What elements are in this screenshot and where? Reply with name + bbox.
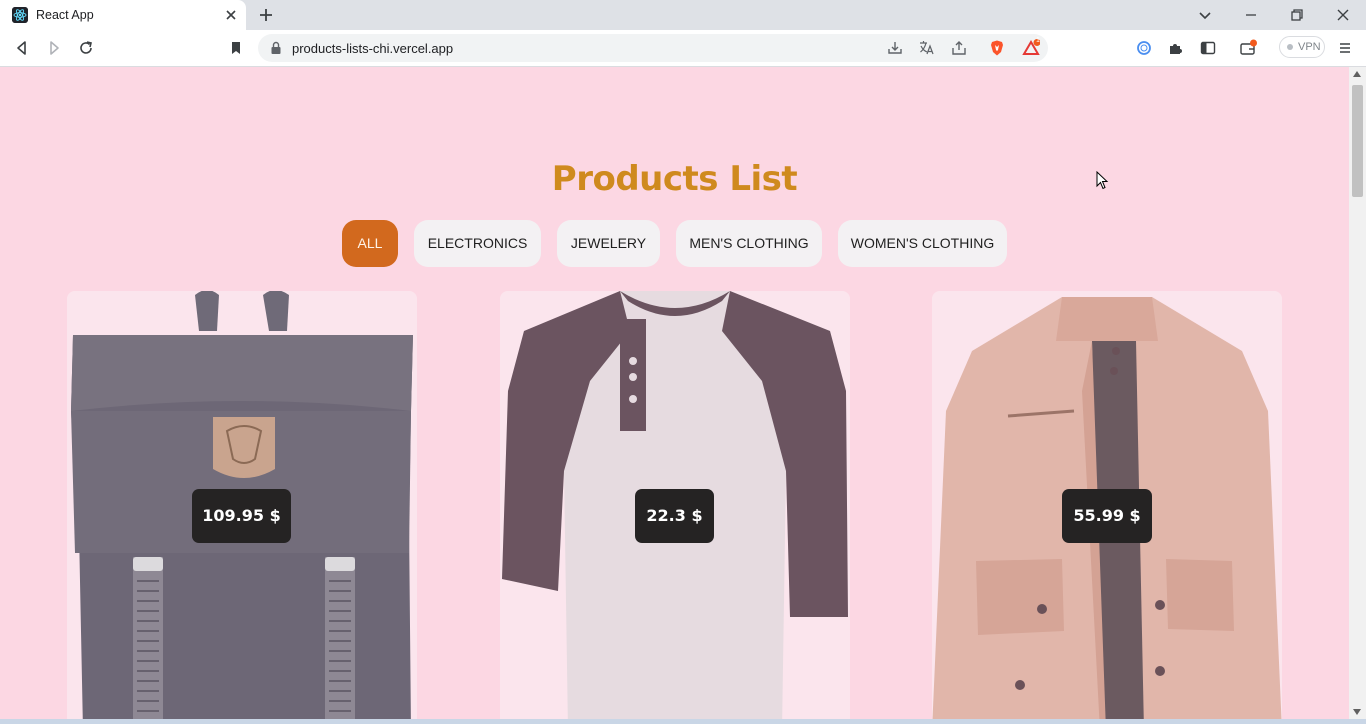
minimize-icon[interactable] bbox=[1243, 7, 1259, 23]
product-card[interactable]: 22.3 $ bbox=[500, 291, 850, 719]
install-app-icon[interactable] bbox=[886, 39, 904, 57]
scrollbar-thumb[interactable] bbox=[1352, 85, 1363, 197]
tab-strip: React App bbox=[0, 0, 1366, 30]
page-title: Products List bbox=[551, 159, 798, 199]
window-bottom-edge bbox=[0, 719, 1366, 724]
vpn-button[interactable]: VPN bbox=[1279, 36, 1325, 58]
back-icon[interactable] bbox=[13, 39, 31, 57]
reload-icon[interactable] bbox=[77, 39, 95, 57]
tab-search-icon[interactable] bbox=[1197, 7, 1213, 23]
react-favicon-icon bbox=[12, 7, 28, 23]
share-icon[interactable] bbox=[950, 39, 968, 57]
translate-icon[interactable] bbox=[918, 39, 936, 57]
page-scrollbar[interactable] bbox=[1349, 67, 1366, 719]
filter-womens-clothing-button[interactable]: WOMEN'S CLOTHING bbox=[838, 220, 1007, 267]
product-card[interactable]: 55.99 $ bbox=[932, 291, 1282, 719]
extensions-puzzle-icon[interactable] bbox=[1167, 39, 1185, 57]
close-tab-icon[interactable] bbox=[224, 8, 238, 22]
url-text[interactable]: products-lists-chi.vercel.app bbox=[292, 41, 453, 56]
mouse-pointer-icon bbox=[1096, 171, 1109, 190]
wallet-icon[interactable] bbox=[1239, 39, 1257, 57]
brave-shields-icon[interactable] bbox=[988, 39, 1006, 57]
close-window-icon[interactable] bbox=[1335, 7, 1351, 23]
tab-title: React App bbox=[36, 8, 94, 22]
lock-icon[interactable] bbox=[270, 41, 282, 55]
scroll-down-arrow-icon[interactable] bbox=[1353, 709, 1361, 715]
page-viewport: Products List ALL ELECTRONICS JEWELERY M… bbox=[0, 67, 1349, 719]
new-tab-icon[interactable] bbox=[257, 6, 275, 24]
menu-icon[interactable] bbox=[1336, 39, 1354, 57]
forward-icon[interactable] bbox=[45, 39, 63, 57]
extension-circle-icon[interactable] bbox=[1135, 39, 1153, 57]
vpn-status-dot bbox=[1287, 44, 1293, 50]
browser-tab[interactable]: React App bbox=[0, 0, 246, 30]
filter-jewelery-button[interactable]: JEWELERY bbox=[557, 220, 660, 267]
vpn-label: VPN bbox=[1298, 41, 1321, 53]
restore-icon[interactable] bbox=[1289, 7, 1305, 23]
filter-all-button[interactable]: ALL bbox=[342, 220, 398, 267]
rewards-notification-count: 1 bbox=[1036, 37, 1040, 44]
sidebar-icon[interactable] bbox=[1199, 39, 1217, 57]
bookmark-icon[interactable] bbox=[227, 39, 245, 57]
price-badge: 109.95 $ bbox=[192, 489, 291, 543]
filter-electronics-button[interactable]: ELECTRONICS bbox=[414, 220, 541, 267]
price-badge: 22.3 $ bbox=[635, 489, 714, 543]
scroll-up-arrow-icon[interactable] bbox=[1353, 71, 1361, 77]
browser-toolbar: products-lists-chi.vercel.app 1 VPN bbox=[0, 30, 1366, 67]
product-card[interactable]: 109.95 $ bbox=[67, 291, 417, 719]
price-badge: 55.99 $ bbox=[1062, 489, 1152, 543]
filter-mens-clothing-button[interactable]: MEN'S CLOTHING bbox=[676, 220, 822, 267]
address-bar[interactable]: products-lists-chi.vercel.app bbox=[258, 34, 1048, 62]
